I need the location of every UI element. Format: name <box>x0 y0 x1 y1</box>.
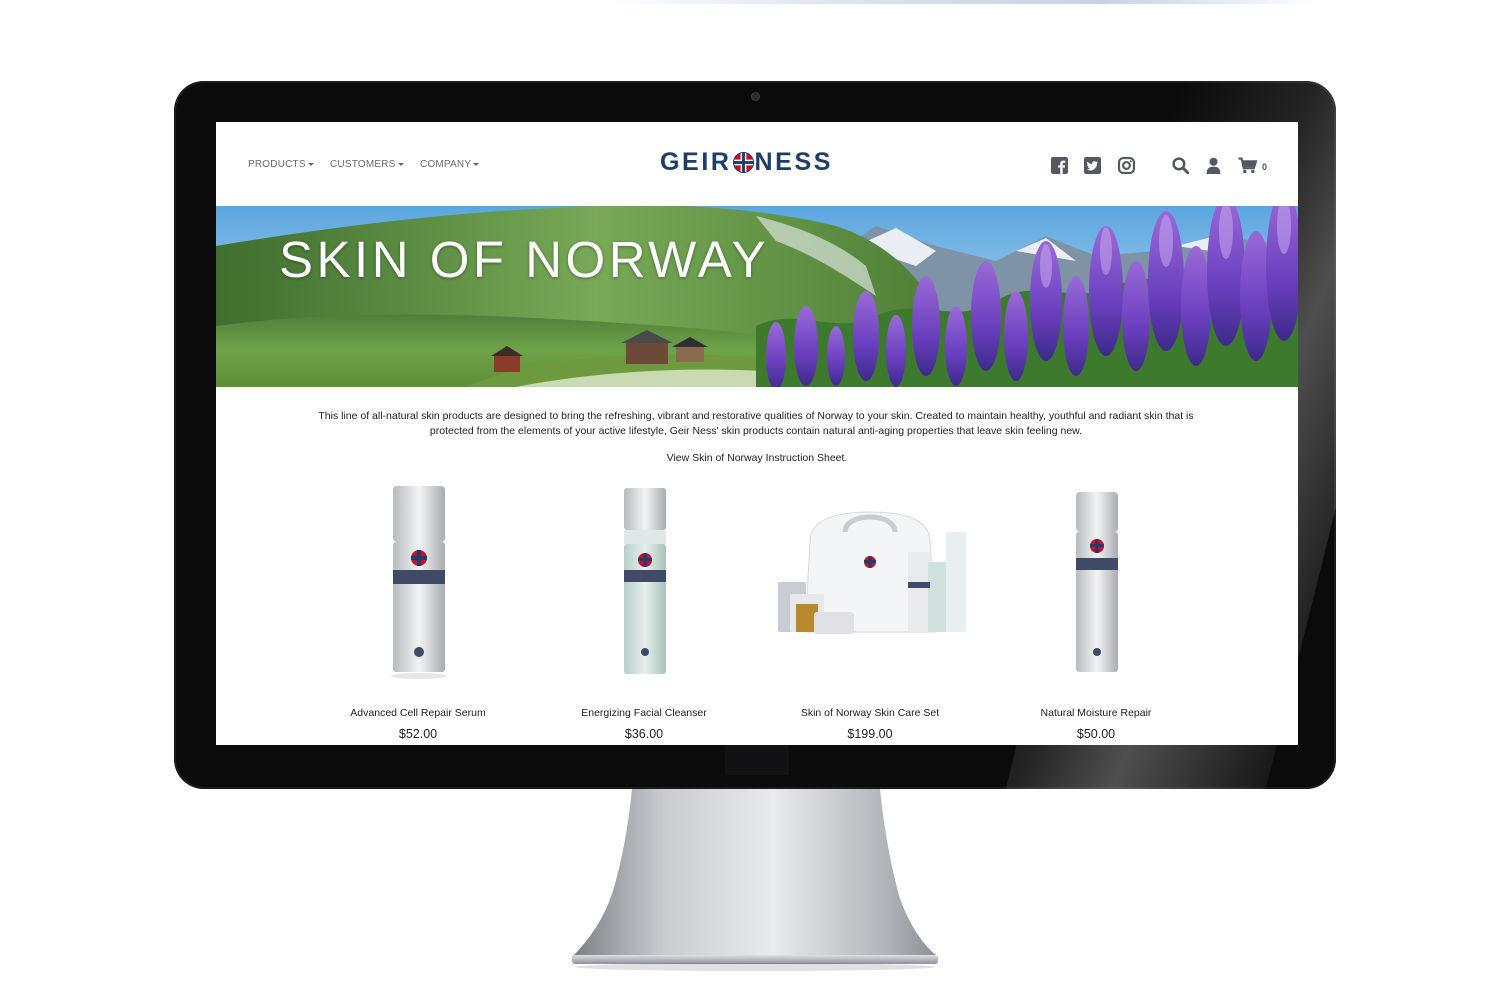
hero-title: SKIN OF NORWAY <box>279 231 770 288</box>
user-icon[interactable] <box>1205 157 1222 174</box>
intro-paragraph: This line of all-natural skin products a… <box>318 410 1194 437</box>
product-price: $36.00 <box>624 727 664 741</box>
monitor-chin <box>725 745 789 775</box>
nav-customers-label: CUSTOMERS <box>330 159 396 170</box>
product-name: Skin of Norway Skin Care Set <box>800 707 940 719</box>
caret-down-icon <box>397 162 404 166</box>
norway-flag-icon <box>732 152 754 173</box>
caret-down-icon <box>473 162 480 166</box>
product-name: Natural Moisture Repair <box>1040 707 1152 719</box>
product-card[interactable]: Energizing Facial Cleanser $36.00 <box>544 482 744 741</box>
logo-text-right: NESS <box>754 148 834 176</box>
moisture-repair-bottle-image <box>1076 492 1118 672</box>
serum-bottle-image <box>391 486 447 679</box>
monitor-stand <box>572 789 938 971</box>
product-card[interactable]: Skin of Norway Skin Care Set $199.00 <box>770 482 970 741</box>
hero-banner: SKIN OF NORWAY <box>216 206 1298 387</box>
nav-company[interactable]: COMPANY <box>420 159 480 170</box>
geir-ness-logo[interactable]: GEIR NESS <box>660 148 833 177</box>
facebook-icon[interactable] <box>1051 157 1068 174</box>
instruction-sheet-link[interactable]: View Skin of Norway Instruction Sheet. <box>216 452 1298 464</box>
nav-products-label: PRODUCTS <box>248 159 306 170</box>
twitter-icon[interactable] <box>1084 157 1101 174</box>
instagram-icon[interactable] <box>1118 157 1135 174</box>
cart-count: 0 <box>1262 162 1268 172</box>
background-glow <box>600 0 1320 4</box>
cleanser-bottle-image <box>624 488 666 674</box>
skin-care-set-image <box>778 511 966 634</box>
product-price: $50.00 <box>1076 727 1116 741</box>
webcam <box>752 93 759 100</box>
top-navigation: PRODUCTS CUSTOMERS COMPANY GEIR NESS 0 <box>216 122 1298 206</box>
product-price: $52.00 <box>398 727 438 741</box>
nav-company-label: COMPANY <box>420 159 472 170</box>
search-icon[interactable] <box>1172 157 1189 174</box>
product-card[interactable]: Advanced Cell Repair Serum $52.00 <box>318 482 518 741</box>
product-name: Advanced Cell Repair Serum <box>350 707 486 719</box>
product-card[interactable]: Natural Moisture Repair $50.00 <box>996 482 1196 741</box>
product-name: Energizing Facial Cleanser <box>581 707 707 719</box>
cart-icon[interactable] <box>1238 157 1258 174</box>
caret-down-icon <box>307 162 314 166</box>
product-price: $199.00 <box>847 727 893 741</box>
logo-text-left: GEIR <box>660 148 732 176</box>
website-screen: PRODUCTS CUSTOMERS COMPANY GEIR NESS 0 S… <box>216 122 1298 745</box>
nav-products[interactable]: PRODUCTS <box>248 159 314 170</box>
nav-customers[interactable]: CUSTOMERS <box>330 159 404 170</box>
